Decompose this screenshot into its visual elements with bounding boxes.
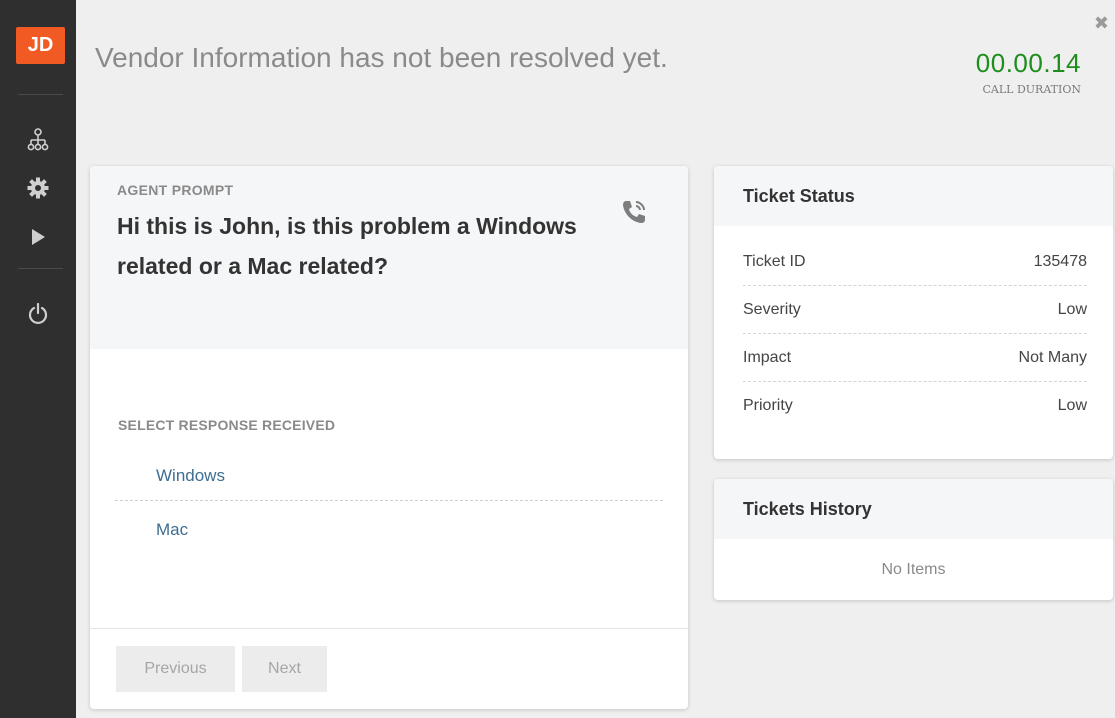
gear-icon[interactable] [0, 177, 76, 199]
sidebar-divider [18, 94, 63, 95]
ticket-status-rows: Ticket ID 135478 Severity Low Impact Not… [714, 226, 1113, 429]
phone-call-icon [620, 198, 648, 231]
severity-row: Severity Low [743, 285, 1087, 333]
prompt-text: Hi this is John, is this problem a Windo… [117, 213, 577, 279]
impact-row: Impact Not Many [743, 333, 1087, 381]
row-value: Low [1057, 396, 1087, 414]
ticket-id-row: Ticket ID 135478 [743, 238, 1087, 285]
power-icon[interactable] [0, 303, 76, 325]
sidebar-divider [18, 268, 63, 269]
ticket-status-title: Ticket Status [714, 166, 1113, 226]
next-button[interactable]: Next [242, 646, 327, 692]
sidebar: JD [0, 0, 76, 718]
prompt-label: AGENT PROMPT [117, 182, 234, 198]
status-message: Vendor Information has not been resolved… [95, 42, 668, 73]
call-duration-value: 00.00.14 [975, 48, 1081, 78]
empty-state-text: No Items [881, 561, 946, 578]
play-icon[interactable] [0, 228, 76, 246]
call-duration: 00.00.14 CALL DURATION [976, 48, 1081, 96]
agent-prompt-card: AGENT PROMPT Hi this is John, is this pr… [90, 166, 688, 709]
row-label: Ticket ID [743, 252, 806, 270]
call-duration-label: CALL DURATION [982, 83, 1081, 96]
tickets-history-title: Tickets History [714, 479, 1113, 539]
tickets-history-card: Tickets History No Items [714, 479, 1113, 600]
sitemap-icon[interactable] [0, 128, 76, 152]
prompt-header: AGENT PROMPT Hi this is John, is this pr… [90, 166, 688, 349]
row-value: Not Many [1018, 348, 1087, 366]
row-label: Impact [743, 348, 792, 366]
response-option-mac[interactable]: Mac [115, 500, 663, 559]
avatar[interactable]: JD [16, 27, 65, 64]
row-label: Priority [743, 396, 793, 414]
prompt-footer: Previous Next [90, 628, 688, 709]
ticket-status-card: Ticket Status Ticket ID 135478 Severity … [714, 166, 1113, 459]
response-option-windows[interactable]: Windows [115, 452, 663, 500]
row-value: Low [1057, 300, 1087, 318]
row-value: 135478 [1033, 252, 1087, 270]
close-icon[interactable]: ✖ [1094, 14, 1109, 32]
priority-row: Priority Low [743, 381, 1087, 429]
response-list: Windows Mac [115, 452, 663, 559]
row-label: Severity [743, 300, 801, 318]
previous-button[interactable]: Previous [116, 646, 235, 692]
response-label: SELECT RESPONSE RECEIVED [118, 417, 336, 433]
